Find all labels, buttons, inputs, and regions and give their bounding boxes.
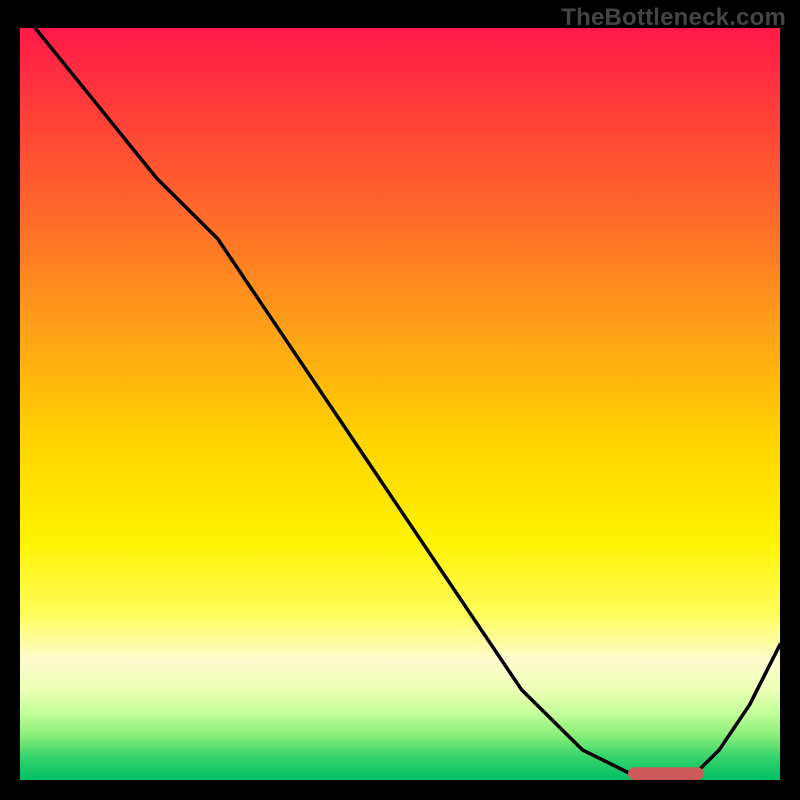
frame-border-left [0,0,20,800]
watermark-text: TheBottleneck.com [561,4,786,32]
frame-border-bottom [0,780,800,800]
frame-border-right [780,0,800,800]
plot-area [20,28,780,780]
chart-frame: TheBottleneck.com [0,0,800,800]
